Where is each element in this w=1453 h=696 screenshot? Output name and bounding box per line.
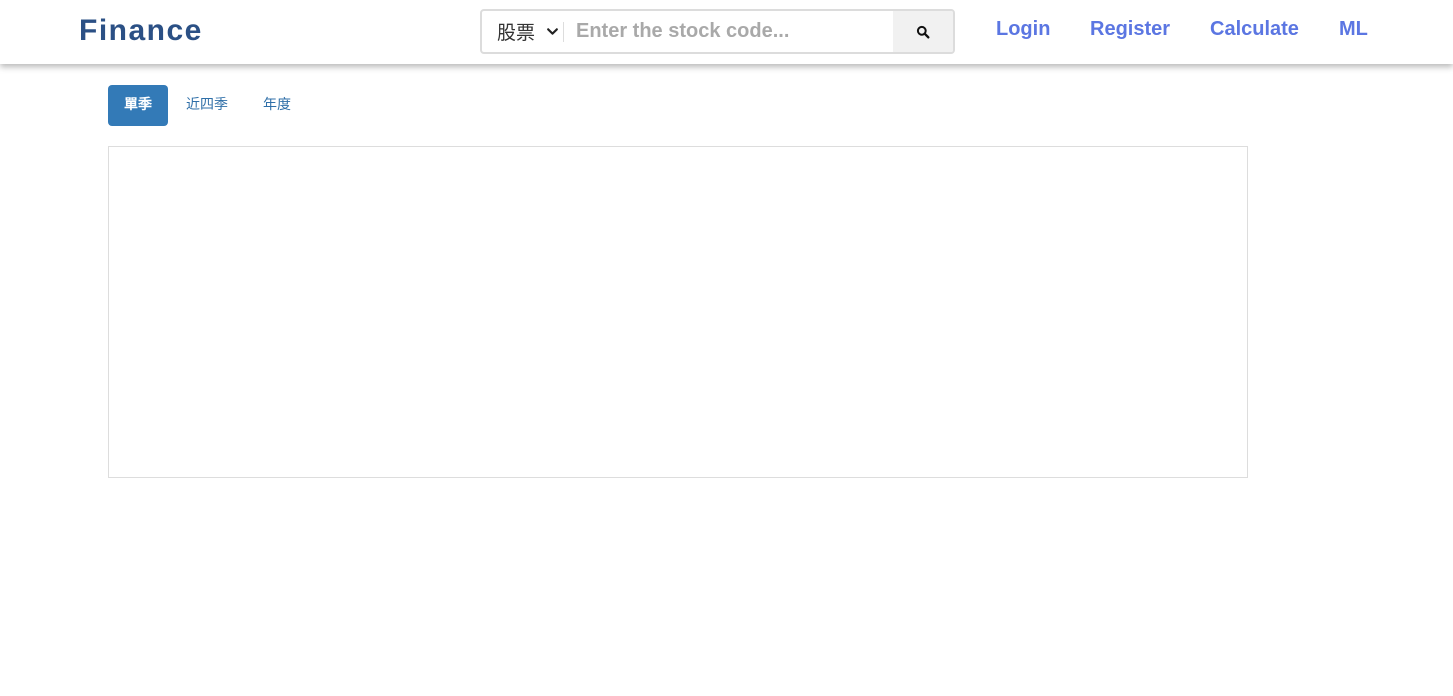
- stock-code-input[interactable]: [564, 11, 892, 52]
- nav-link-calculate[interactable]: Calculate: [1210, 17, 1299, 41]
- stock-search-box: 股票: [480, 9, 955, 54]
- tab-last-four-quarters[interactable]: 近四季: [174, 85, 240, 126]
- top-navbar: Finance 股票 Login Register Calculate ML: [0, 0, 1453, 64]
- nav-link-register[interactable]: Register: [1090, 17, 1170, 41]
- search-icon: [916, 25, 930, 39]
- search-button[interactable]: [893, 11, 953, 52]
- market-type-selected-value: 股票: [497, 22, 536, 44]
- nav-link-ml[interactable]: ML: [1339, 17, 1368, 41]
- tab-annual[interactable]: 年度: [248, 85, 306, 126]
- chevron-down-icon: [547, 28, 558, 35]
- brand-logo[interactable]: Finance: [79, 13, 203, 49]
- market-type-select[interactable]: 股票: [482, 11, 563, 52]
- tab-single-quarter[interactable]: 單季: [108, 85, 168, 126]
- nav-link-login[interactable]: Login: [996, 17, 1050, 41]
- chart-panel: [108, 146, 1248, 478]
